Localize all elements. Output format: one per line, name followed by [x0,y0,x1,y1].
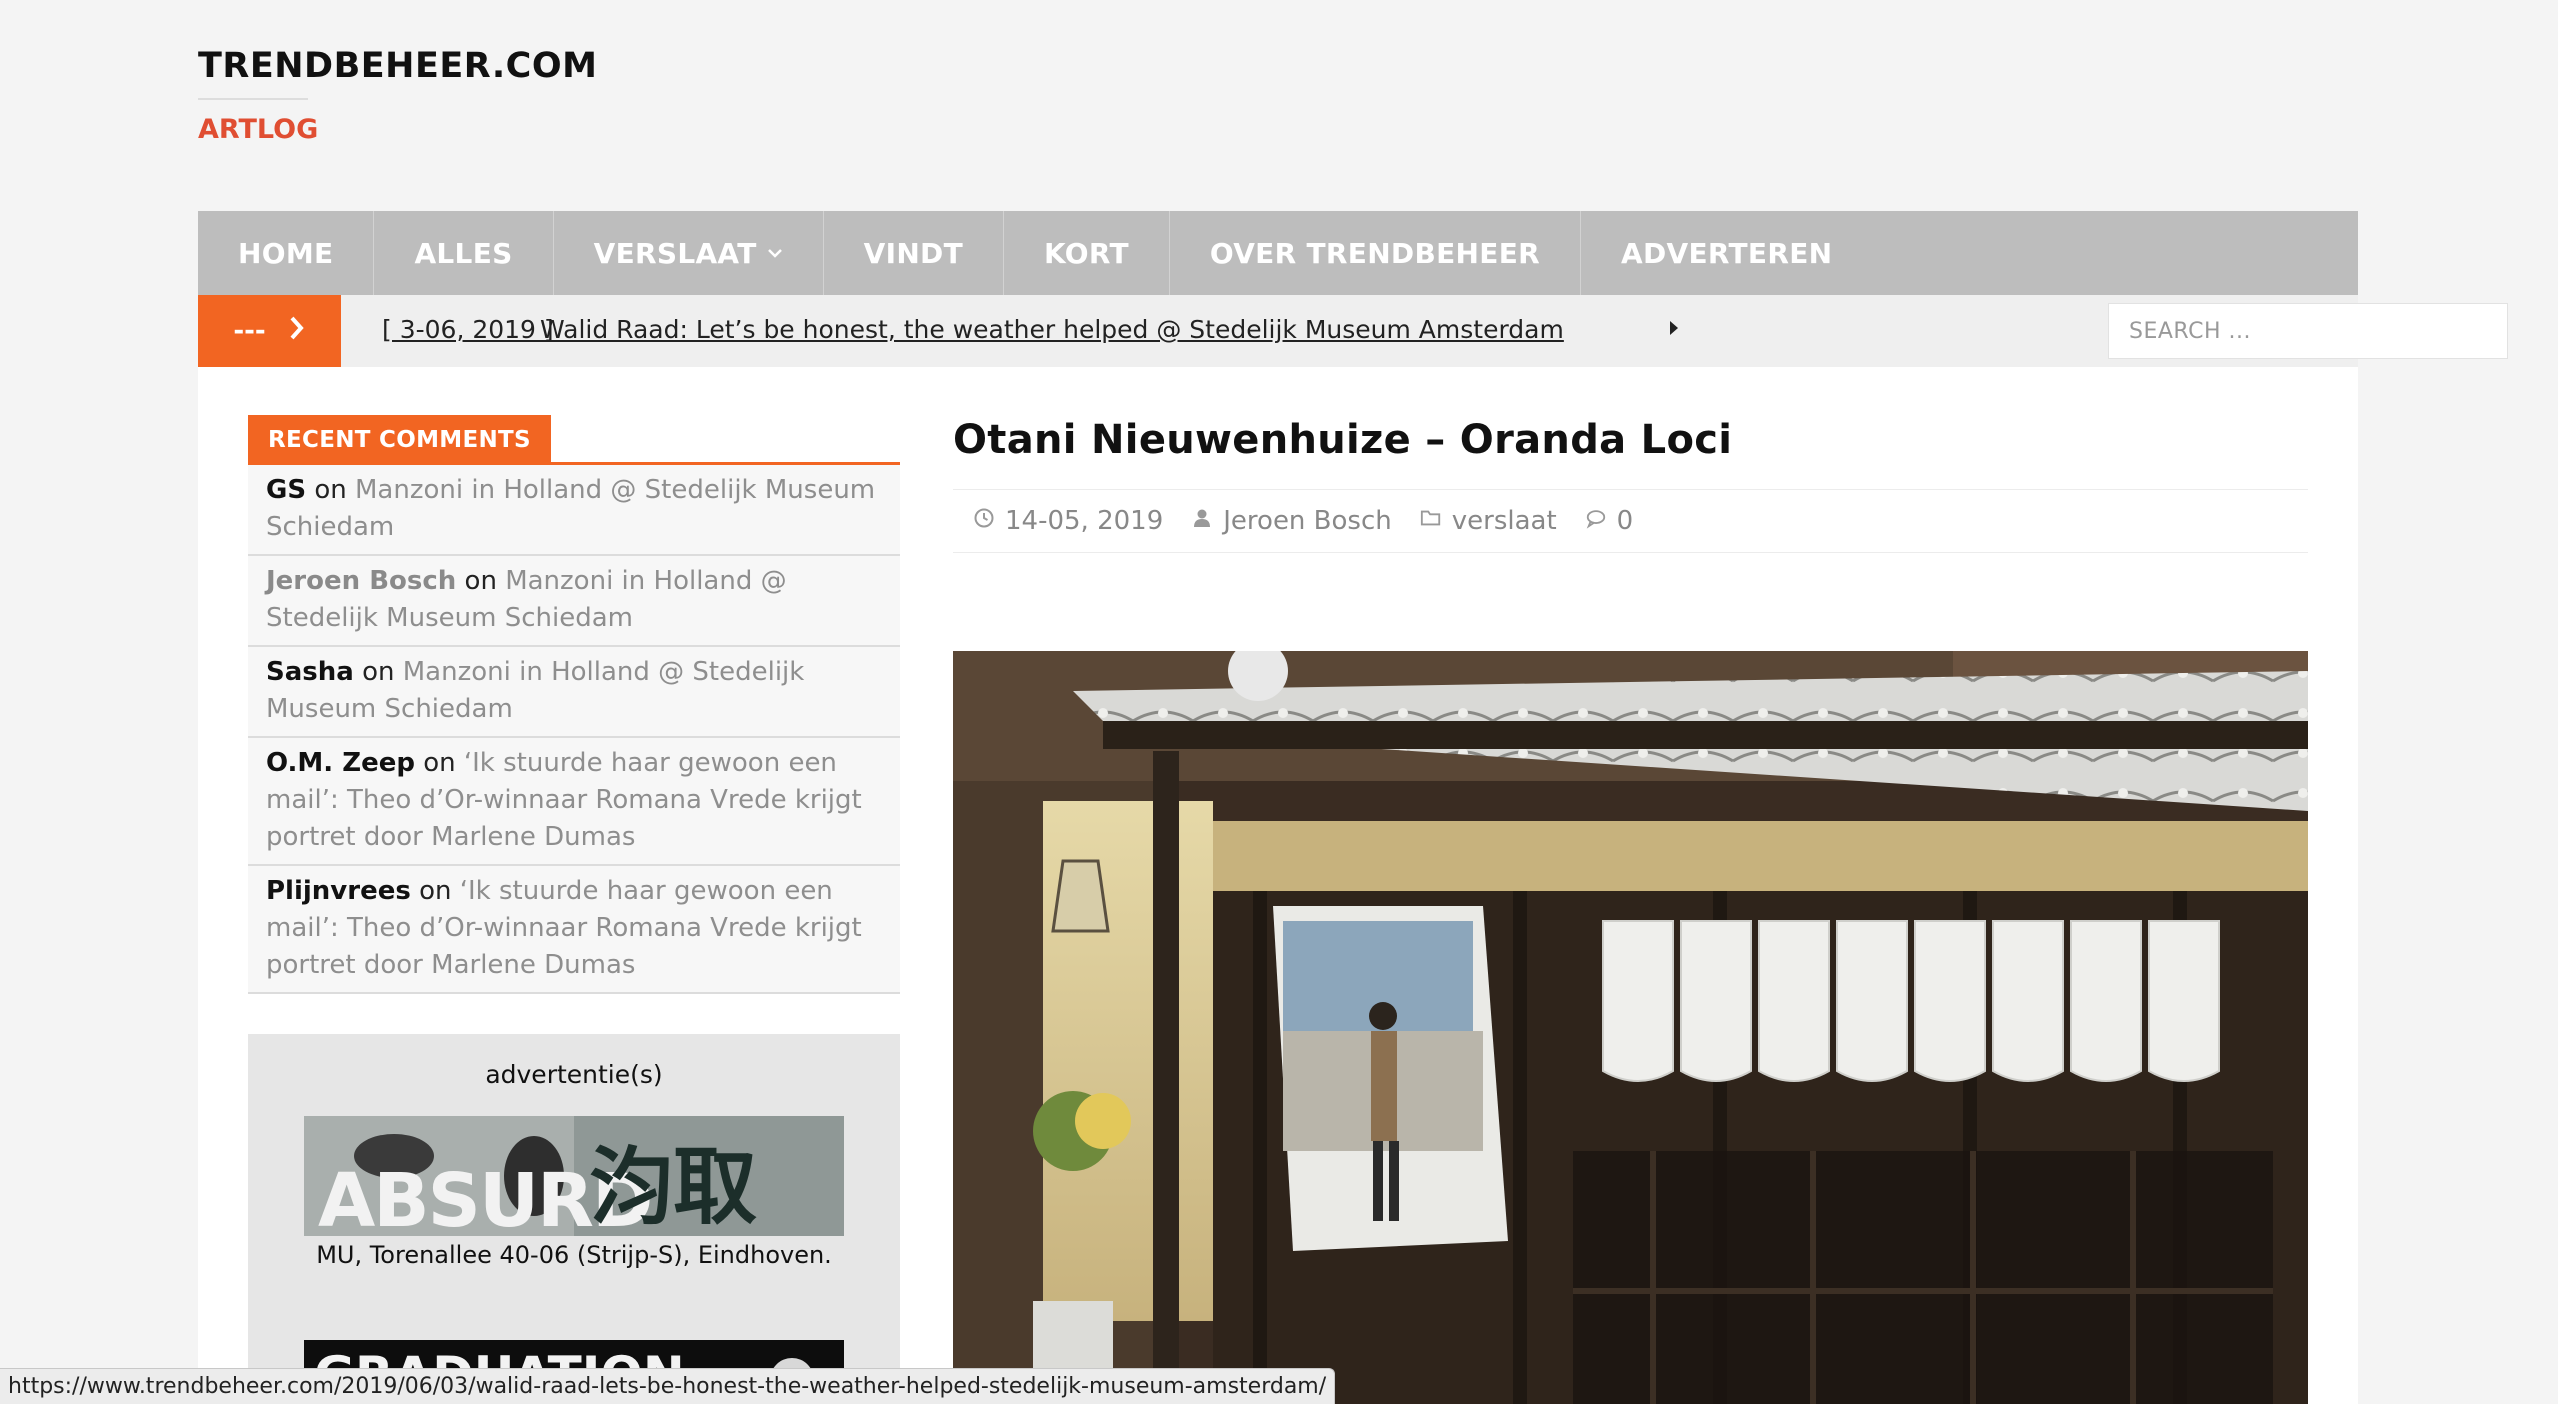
site-title[interactable]: TRENDBEHEER.COM [198,40,998,92]
comments-list: GS on Manzoni in Holland @ Stedelijk Mus… [248,465,900,994]
article-featured-image[interactable] [953,651,2308,1404]
ad-widget: advertentie(s) ABSURD 汮取 MU, Torenallee … [248,1034,900,1404]
list-item: O.M. Zeep on ‘Ik stuurde haar gewoon een… [248,738,900,866]
ticker-button[interactable]: --- [198,295,341,367]
comment-author: Sasha [266,657,354,687]
site-tagline: ARTLOG [198,114,319,145]
comment-author: O.M. Zeep [266,748,415,778]
user-icon [1191,506,1213,536]
folder-icon [1420,506,1442,536]
comment-on-word: on [419,876,452,906]
browser-status-bar: https://www.trendbeheer.com/2019/06/03/w… [0,1368,1336,1404]
nav-item-verslaat[interactable]: VERSLAAT [554,211,824,295]
comment-on-word: on [423,748,456,778]
nav-item-label: ADVERTEREN [1621,236,1833,270]
list-item: Jeroen Bosch on Manzoni in Holland @ Ste… [248,556,900,647]
nav-item-alles[interactable]: ALLES [374,211,554,295]
ticker-headline-link[interactable]: Walid Raad: Let’s be honest, the weather… [540,315,1564,344]
list-item: Plijnvrees on ‘Ik stuurde haar gewoon ee… [248,866,900,994]
nav-item-home[interactable]: HOME [198,211,375,295]
site-header: TRENDBEHEER.COM ARTLOG [198,40,998,145]
article-category-link[interactable]: verslaat [1452,506,1557,536]
nav-item-adverteren[interactable]: ADVERTEREN [1581,211,1872,295]
meta-comments: 0 [1585,506,1634,536]
comment-on-word: on [464,566,497,596]
nav-item-label: VERSLAAT [593,236,757,270]
ad-title: advertentie(s) [485,1060,663,1089]
article-meta: 14-05, 2019 Jeroen Bosch verslaat 0 [953,489,2308,553]
meta-category: verslaat [1420,506,1557,536]
comment-author-link[interactable]: Jeroen Bosch [266,566,456,596]
comment-author: Plijnvrees [266,876,411,906]
article-title: Otani Nieuwenhuize – Oranda Loci [953,417,1733,463]
news-ticker: --- [ 3-06, 2019 ] Walid Raad: Let’s be … [198,295,2508,367]
chevron-down-icon [767,243,783,264]
nav-item-label: HOME [238,236,334,270]
ad-banner-kanji: 汮取 [589,1137,757,1236]
ticker-date[interactable]: [ 3-06, 2019 ] [382,315,554,344]
widget-header: RECENT COMMENTS [248,415,900,465]
list-item: GS on Manzoni in Holland @ Stedelijk Mus… [248,465,900,556]
chevron-right-icon [288,314,306,349]
ad-banner-absurd[interactable]: ABSURD 汮取 [304,1116,844,1236]
comment-on-word: on [314,475,347,505]
content-area: RECENT COMMENTS GS on Manzoni in Holland… [198,367,2358,1404]
ticker-button-label: --- [233,316,266,346]
comment-on-word: on [362,657,395,687]
ad-caption: MU, Torenallee 40-06 (Strijp-S), Eindhov… [316,1241,832,1269]
clock-icon [973,506,995,536]
comment-post-link[interactable]: Manzoni in Holland @ Stedelijk Museum Sc… [266,475,875,542]
nav-item-label: VINDT [863,236,963,270]
meta-date: 14-05, 2019 [973,506,1163,536]
comment-author: GS [266,475,307,505]
nav-item-label: KORT [1044,236,1129,270]
comment-icon [1585,506,1607,536]
title-divider [198,98,308,100]
widget-title: RECENT COMMENTS [248,415,551,465]
search-input[interactable] [2108,303,2508,359]
recent-comments-widget: RECENT COMMENTS GS on Manzoni in Holland… [248,415,900,994]
article-date: 14-05, 2019 [1005,506,1164,536]
nav-item-label: OVER TRENDBEHEER [1209,236,1540,270]
nav-item-label: ALLES [414,236,513,270]
article: Otani Nieuwenhuize – Oranda Loci 14-05, … [953,415,2308,1404]
caret-right-icon[interactable] [1668,317,1680,339]
nav-item-kort[interactable]: KORT [1004,211,1170,295]
list-item: Sasha on Manzoni in Holland @ Stedelijk … [248,647,900,738]
meta-author: Jeroen Bosch [1191,506,1392,536]
main-nav: HOME ALLES VERSLAAT VINDT KORT OVER TREN… [198,211,2358,295]
article-comments-count[interactable]: 0 [1617,506,1634,536]
nav-item-vindt[interactable]: VINDT [824,211,1004,295]
nav-item-over-trendbeheer[interactable]: OVER TRENDBEHEER [1170,211,1581,295]
article-author-link[interactable]: Jeroen Bosch [1223,506,1392,536]
